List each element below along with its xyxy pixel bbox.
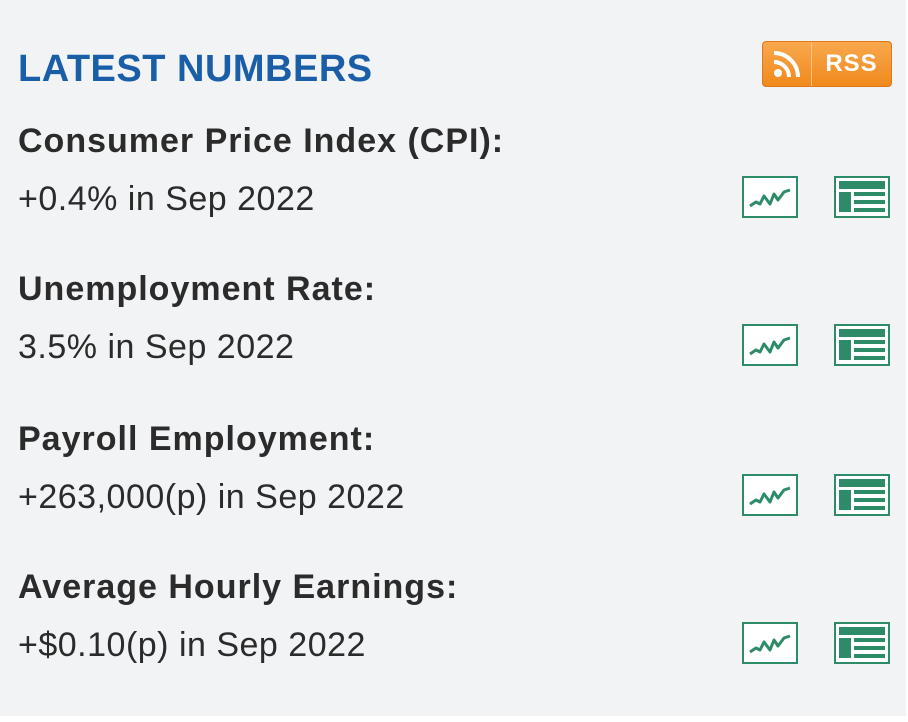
line-chart-icon bbox=[749, 486, 791, 506]
stat-value-payroll: +263,000(p) in Sep 2022 bbox=[18, 478, 405, 516]
stat-value-earnings: +$0.10(p) in Sep 2022 bbox=[18, 626, 366, 664]
data-table-icon bbox=[839, 181, 885, 212]
stat-label-cpi: Consumer Price Index (CPI): bbox=[18, 122, 505, 160]
stat-label-unemployment: Unemployment Rate: bbox=[18, 270, 377, 308]
rss-feed-icon bbox=[763, 42, 812, 86]
latest-numbers-panel: LATEST NUMBERS RSS Consumer Price Index … bbox=[0, 0, 908, 716]
rss-button[interactable]: RSS bbox=[762, 41, 892, 87]
unemployment-table-button[interactable] bbox=[834, 324, 890, 366]
data-table-icon bbox=[839, 627, 885, 658]
stat-value-cpi: +0.4% in Sep 2022 bbox=[18, 180, 315, 218]
line-chart-icon bbox=[749, 634, 791, 654]
rss-label: RSS bbox=[825, 50, 878, 77]
data-table-icon bbox=[839, 329, 885, 360]
payroll-table-button[interactable] bbox=[834, 474, 890, 516]
earnings-chart-button[interactable] bbox=[742, 622, 798, 664]
unemployment-chart-button[interactable] bbox=[742, 324, 798, 366]
line-chart-icon bbox=[749, 188, 791, 208]
stat-label-earnings: Average Hourly Earnings: bbox=[18, 568, 459, 606]
data-table-icon bbox=[839, 479, 885, 510]
stat-label-payroll: Payroll Employment: bbox=[18, 420, 376, 458]
cpi-chart-button[interactable] bbox=[742, 176, 798, 218]
stat-value-unemployment: 3.5% in Sep 2022 bbox=[18, 328, 295, 366]
cpi-table-button[interactable] bbox=[834, 176, 890, 218]
payroll-chart-button[interactable] bbox=[742, 474, 798, 516]
line-chart-icon bbox=[749, 336, 791, 356]
earnings-table-button[interactable] bbox=[834, 622, 890, 664]
panel-title: LATEST NUMBERS bbox=[18, 48, 373, 90]
